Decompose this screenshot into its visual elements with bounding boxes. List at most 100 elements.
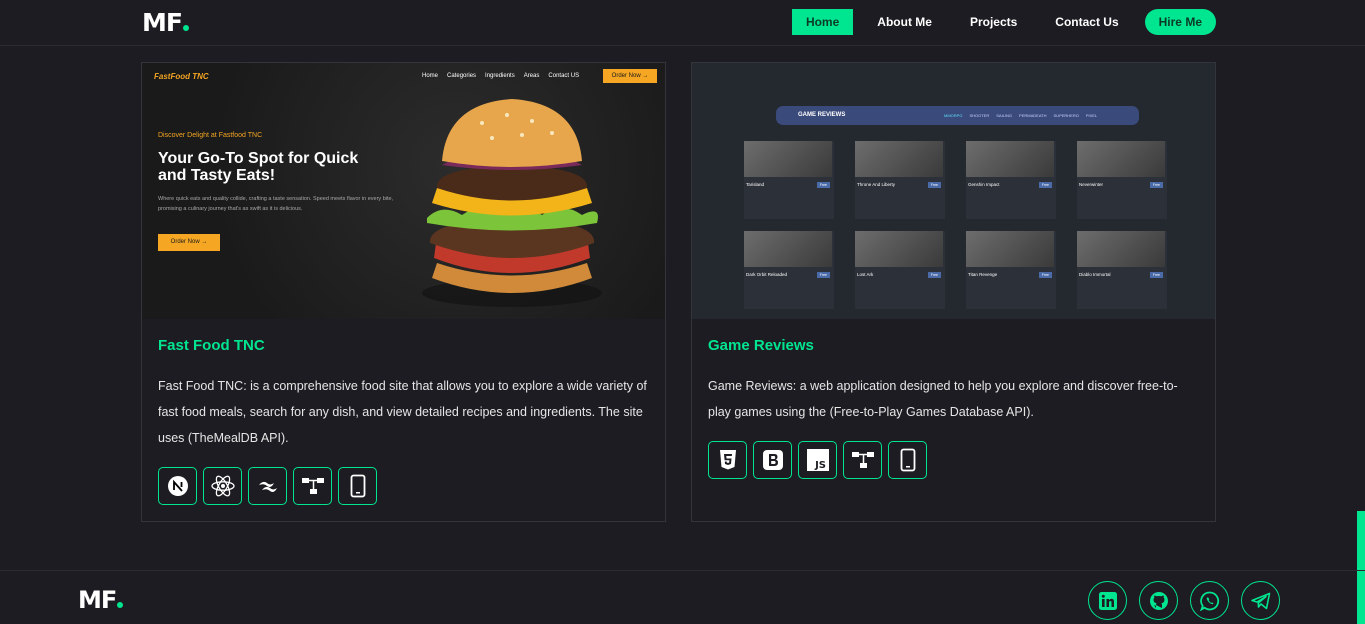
game-free-badge: Free: [1038, 182, 1052, 188]
preview-nav-item: Contact US: [548, 73, 580, 79]
preview-subtext: Where quick eats and quality collide, cr…: [158, 196, 394, 212]
preview-logo: FastFood TNC: [154, 72, 209, 81]
preview-game-grid: Tarisland Free Throne And Liberty Free Gen…: [744, 141, 1167, 309]
linkedin-icon[interactable]: [1088, 581, 1127, 620]
game-free-badge: Free: [1149, 272, 1163, 278]
game-thumbnail: [855, 231, 943, 267]
social-links: [1088, 581, 1280, 620]
preview-kicker: Discover Delight at Fastfood TNC: [158, 132, 263, 139]
game-thumbnail: [966, 231, 1054, 267]
game-tile: Lost Ark Free: [855, 231, 945, 309]
game-thumbnail: [1077, 141, 1165, 177]
game-thumbnail: [744, 231, 832, 267]
game-tile: Titan Revenge Free: [966, 231, 1056, 309]
preview-category: SAILING: [996, 113, 1013, 118]
game-tile: Throne And Liberty Free: [855, 141, 945, 219]
preview-navbar: FastFood TNC Home Categories Ingredients…: [142, 63, 665, 89]
preview-nav: Home Categories Ingredients Areas Contac…: [422, 73, 579, 79]
project-title: Fast Food TNC: [158, 337, 265, 354]
nav-home[interactable]: Home: [791, 9, 854, 35]
game-name-text: Dark Orbit Reloaded: [746, 272, 788, 277]
whatsapp-icon[interactable]: [1190, 581, 1229, 620]
preview-categories: MMORPG SHOOTER SAILING PERMADEATH SUPERH…: [944, 113, 1097, 118]
game-tile: Dark Orbit Reloaded Free: [744, 231, 834, 309]
site-header: MF Home About Me Projects Contact Us Hir…: [0, 0, 1365, 46]
game-name-text: Titan Revenge: [968, 272, 998, 277]
game-name-text: Neverwinter: [1079, 182, 1104, 187]
game-name-text: Tarisland: [746, 182, 765, 187]
game-tile: Genshin Impact Free: [966, 141, 1056, 219]
api-icon: [293, 467, 332, 505]
game-name: Throne And Liberty Free: [855, 182, 945, 188]
game-name-text: Genshin Impact: [968, 182, 1000, 187]
tailwind-icon: [248, 467, 287, 505]
game-name-text: Throne And Liberty: [857, 182, 896, 187]
javascript-icon: JS: [798, 441, 837, 479]
game-free-badge: Free: [927, 182, 941, 188]
preview-order-button: Order Now →: [603, 69, 657, 83]
nav-contact[interactable]: Contact Us: [1041, 9, 1132, 35]
game-thumbnail: [966, 141, 1054, 177]
portfolio-page: MF Home About Me Projects Contact Us Hir…: [0, 0, 1365, 624]
responsive-icon: [338, 467, 377, 505]
game-tile: Neverwinter Free: [1077, 141, 1167, 219]
preview-nav-item: Home: [422, 73, 439, 79]
game-name: Titan Revenge Free: [966, 272, 1056, 278]
preview-category: SHOOTER: [969, 113, 990, 118]
react-icon: [203, 467, 242, 505]
main-nav: Home About Me Projects Contact Us Hire M…: [791, 9, 1216, 35]
project-description: Fast Food TNC: is a comprehensive food s…: [158, 379, 647, 445]
logo[interactable]: MF: [142, 8, 189, 37]
game-name: Neverwinter Free: [1077, 182, 1167, 188]
preview-navbar: GAME REVIEWS MMORPG SHOOTER SAILING PERM…: [776, 106, 1139, 125]
preview-title: GAME REVIEWS: [798, 112, 846, 118]
project-preview-gamereviews[interactable]: GAME REVIEWS MMORPG SHOOTER SAILING PERM…: [692, 63, 1215, 319]
game-thumbnail: [744, 141, 832, 177]
preview-category: PERMADEATH: [1019, 113, 1047, 118]
game-name: Tarisland Free: [744, 182, 834, 188]
nav-projects[interactable]: Projects: [956, 9, 1031, 35]
project-card-gamereviews: GAME REVIEWS MMORPG SHOOTER SAILING PERM…: [691, 62, 1216, 522]
footer-logo-text: MF: [78, 586, 117, 614]
logo-dot: [182, 25, 189, 31]
nextjs-icon: [158, 467, 197, 505]
preview-cta: Order Now →: [158, 234, 220, 251]
telegram-icon[interactable]: [1241, 581, 1280, 620]
game-name: Diablo Immortal Free: [1077, 272, 1167, 278]
project-preview-fastfood[interactable]: FastFood TNC Home Categories Ingredients…: [142, 63, 665, 319]
api-icon: [843, 441, 882, 479]
project-description: Game Reviews: a web application designed…: [708, 379, 1178, 419]
html5-icon: [708, 441, 747, 479]
game-name: Dark Orbit Reloaded Free: [744, 272, 834, 278]
project-card-fastfood: FastFood TNC Home Categories Ingredients…: [141, 62, 666, 522]
game-free-badge: Free: [1038, 272, 1052, 278]
game-name: Lost Ark Free: [855, 272, 945, 278]
footer-logo[interactable]: MF: [78, 586, 124, 614]
game-name: Genshin Impact Free: [966, 182, 1056, 188]
logo-dot: [117, 602, 124, 608]
nav-about[interactable]: About Me: [863, 9, 946, 35]
preview-nav-item: Ingredients: [485, 73, 515, 79]
game-thumbnail: [855, 141, 943, 177]
game-thumbnail: [1077, 231, 1165, 267]
game-free-badge: Free: [816, 182, 830, 188]
game-free-badge: Free: [816, 272, 830, 278]
logo-text: MF: [142, 8, 183, 37]
game-name-text: Diablo Immortal: [1079, 272, 1111, 277]
bootstrap-icon: [753, 441, 792, 479]
preview-headline: Your Go-To Spot for Quick and Tasty Eats…: [158, 150, 359, 184]
game-tile: Diablo Immortal Free: [1077, 231, 1167, 309]
preview-nav-item: Categories: [447, 73, 477, 79]
responsive-icon: [888, 441, 927, 479]
site-footer: MF: [0, 570, 1365, 624]
game-free-badge: Free: [927, 272, 941, 278]
preview-category: PIXEL: [1085, 113, 1098, 118]
preview-nav-item: Areas: [523, 73, 540, 79]
github-icon[interactable]: [1139, 581, 1178, 620]
project-title: Game Reviews: [708, 337, 814, 354]
tech-stack: [158, 467, 377, 505]
preview-category: SUPERHERO: [1053, 113, 1079, 118]
game-tile: Tarisland Free: [744, 141, 834, 219]
game-free-badge: Free: [1149, 182, 1163, 188]
hire-me-button[interactable]: Hire Me: [1144, 9, 1216, 35]
